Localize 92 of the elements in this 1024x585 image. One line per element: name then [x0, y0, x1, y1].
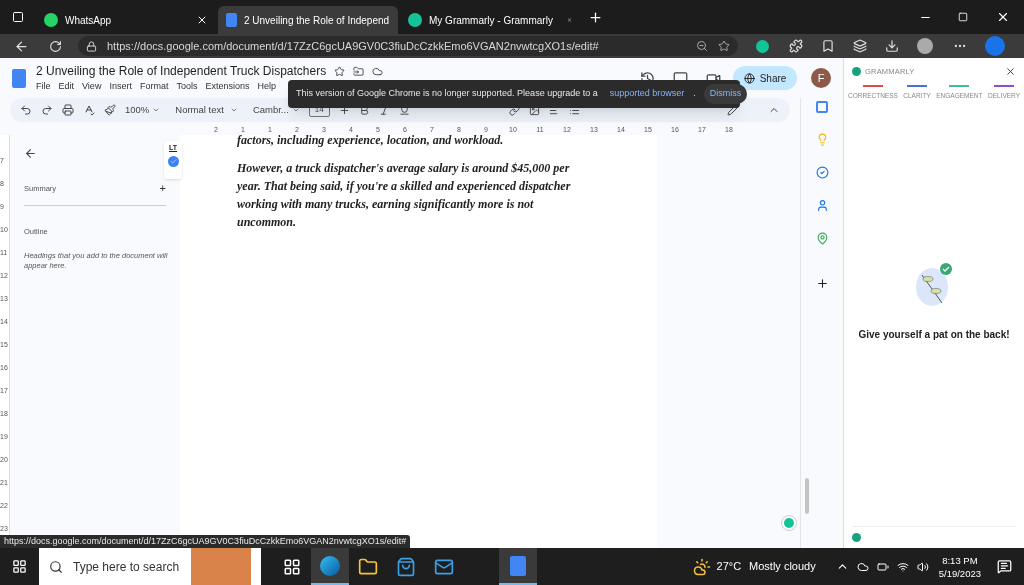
avatar[interactable]: F	[811, 68, 831, 88]
plus-icon[interactable]	[815, 277, 829, 290]
tab-title: 2 Unveiling the Role of Independ	[244, 13, 390, 28]
task-view-icon[interactable]	[283, 557, 301, 576]
scrollbar-thumb[interactable]	[805, 478, 809, 514]
g-logo-icon	[408, 13, 422, 27]
share-button[interactable]: Share	[733, 66, 797, 90]
style-dropdown[interactable]: Normal text	[175, 102, 238, 118]
notification-icon[interactable]	[997, 559, 1012, 574]
weather-text[interactable]: Mostly cloudy	[749, 558, 816, 575]
search-icon	[49, 559, 63, 574]
success-message: Give yourself a pat on the back!	[857, 328, 1011, 342]
restore-icon[interactable]	[958, 12, 968, 22]
star-icon[interactable]	[334, 65, 346, 77]
start-icon[interactable]	[12, 559, 27, 574]
battery-icon[interactable]	[876, 560, 889, 573]
new-tab-icon[interactable]	[588, 9, 603, 25]
tab-title: My Grammarly - Grammarly	[429, 13, 553, 28]
leaf-illustration	[914, 261, 954, 307]
status-url: https://docs.google.com/document/d/17ZzC6gcUA9GV0C3fiuDcCzkkEmo6VGAN2nvwtcgXO1s/edit#	[0, 535, 411, 548]
weather-icon[interactable]	[692, 557, 711, 576]
document-icon	[226, 13, 237, 27]
cloud-icon[interactable]	[372, 65, 384, 77]
download-icon[interactable]	[885, 39, 899, 53]
chat-logo-icon[interactable]	[985, 36, 1005, 56]
collections-icon[interactable]	[853, 39, 867, 53]
undo-icon[interactable]	[20, 104, 32, 116]
check-icon[interactable]	[167, 156, 179, 167]
back-icon[interactable]	[14, 38, 29, 54]
tab-title: WhatsApp	[65, 13, 112, 28]
menu-item[interactable]: Format	[139, 80, 169, 94]
toast-period: .	[693, 87, 696, 101]
globe-icon	[743, 72, 755, 84]
print-icon[interactable]	[62, 104, 74, 116]
menu-item[interactable]: Tools	[176, 80, 198, 94]
supported-browser-link[interactable]: supported browser	[609, 87, 685, 101]
spellcheck-icon[interactable]	[83, 104, 95, 116]
menu-item[interactable]: Edit	[58, 80, 75, 94]
paragraph: However, a truck dispatcher's average salary is around $45,000 per year. That being said, if you're a skilled and experienced dispatcher working with many trucks, earning significantly more is not uncommon.	[237, 160, 572, 231]
zoom-dropdown[interactable]: 100%	[125, 102, 161, 118]
photo-placeholder	[191, 548, 251, 585]
address-field[interactable]: https://docs.google.com/document/d/17ZzC6gcUA9GV0C3fiuDcCzkkEmo6VGAN2nvwtcgXO1s/edit#	[78, 36, 738, 56]
menu-item[interactable]: Help	[257, 80, 276, 94]
close-icon[interactable]	[196, 14, 208, 26]
favorite-icon[interactable]	[718, 40, 730, 52]
temperature[interactable]: 27°C	[716, 558, 742, 575]
document-icon[interactable]	[510, 555, 526, 576]
menu-item[interactable]: Extensions	[205, 80, 250, 94]
dismiss-button[interactable]: Dismiss	[703, 84, 748, 104]
bag-icon[interactable]	[396, 556, 416, 577]
close-icon[interactable]	[996, 10, 1010, 24]
zoom-icon[interactable]	[696, 40, 708, 52]
menu-item[interactable]: Insert	[109, 80, 132, 94]
caret-icon	[291, 106, 300, 114]
tab-actions-icon[interactable]	[12, 11, 24, 23]
redo-icon[interactable]	[41, 104, 53, 116]
back-icon[interactable]	[24, 147, 37, 160]
calendar-icon[interactable]	[816, 101, 828, 113]
clock-time[interactable]: 8:13 PM	[942, 553, 978, 567]
check-icon	[852, 533, 861, 542]
docs-logo-icon[interactable]	[12, 68, 26, 88]
clock-date[interactable]: 5/19/2023	[938, 566, 981, 580]
menu-item[interactable]: File	[36, 80, 51, 94]
browser-tab[interactable]: 2 Unveiling the Role of Independ	[218, 6, 398, 34]
cloud-icon[interactable]	[856, 560, 869, 573]
close-icon[interactable]	[1005, 66, 1016, 78]
browser-swirl-icon[interactable]	[320, 555, 340, 576]
chat-bubble-icon	[44, 13, 58, 27]
wifi-icon[interactable]	[896, 560, 909, 573]
g-logo-icon	[852, 67, 861, 77]
map-pin-icon[interactable]	[815, 232, 829, 245]
extensions-icon[interactable]	[789, 39, 803, 53]
add-summary-button[interactable]: +	[159, 180, 166, 197]
volume-icon[interactable]	[916, 560, 929, 573]
tasks-icon[interactable]	[815, 166, 829, 179]
caret-icon	[152, 106, 161, 114]
caret-icon	[229, 106, 238, 114]
paint-format-icon[interactable]	[104, 104, 116, 116]
profile-icon[interactable]	[917, 38, 933, 54]
menu-item[interactable]: View	[82, 80, 102, 94]
folder-icon[interactable]	[358, 556, 378, 577]
refresh-icon[interactable]	[49, 39, 62, 53]
favorites-icon[interactable]	[821, 39, 835, 53]
toast-message: This version of Google Chrome is no longer supported. Please upgrade to a	[296, 87, 598, 101]
paragraph: factors, including experience, location, and workload.	[237, 132, 505, 149]
document-title[interactable]: 2 Unveiling the Role of Independent Truck Dispatchers	[36, 62, 327, 81]
person-icon[interactable]	[815, 199, 829, 212]
taskbar-search-field[interactable]: Type here to search	[39, 548, 261, 585]
font-dropdown[interactable]: Cambr...	[252, 102, 300, 118]
lock-icon	[86, 40, 97, 52]
url-text: https://docs.google.com/document/d/17ZzC6gcUA9GV0C3fiuDcCzkkEmo6VGAN2nvwtcgXO1s/edit#	[107, 38, 600, 54]
extension-icon[interactable]	[756, 39, 769, 53]
